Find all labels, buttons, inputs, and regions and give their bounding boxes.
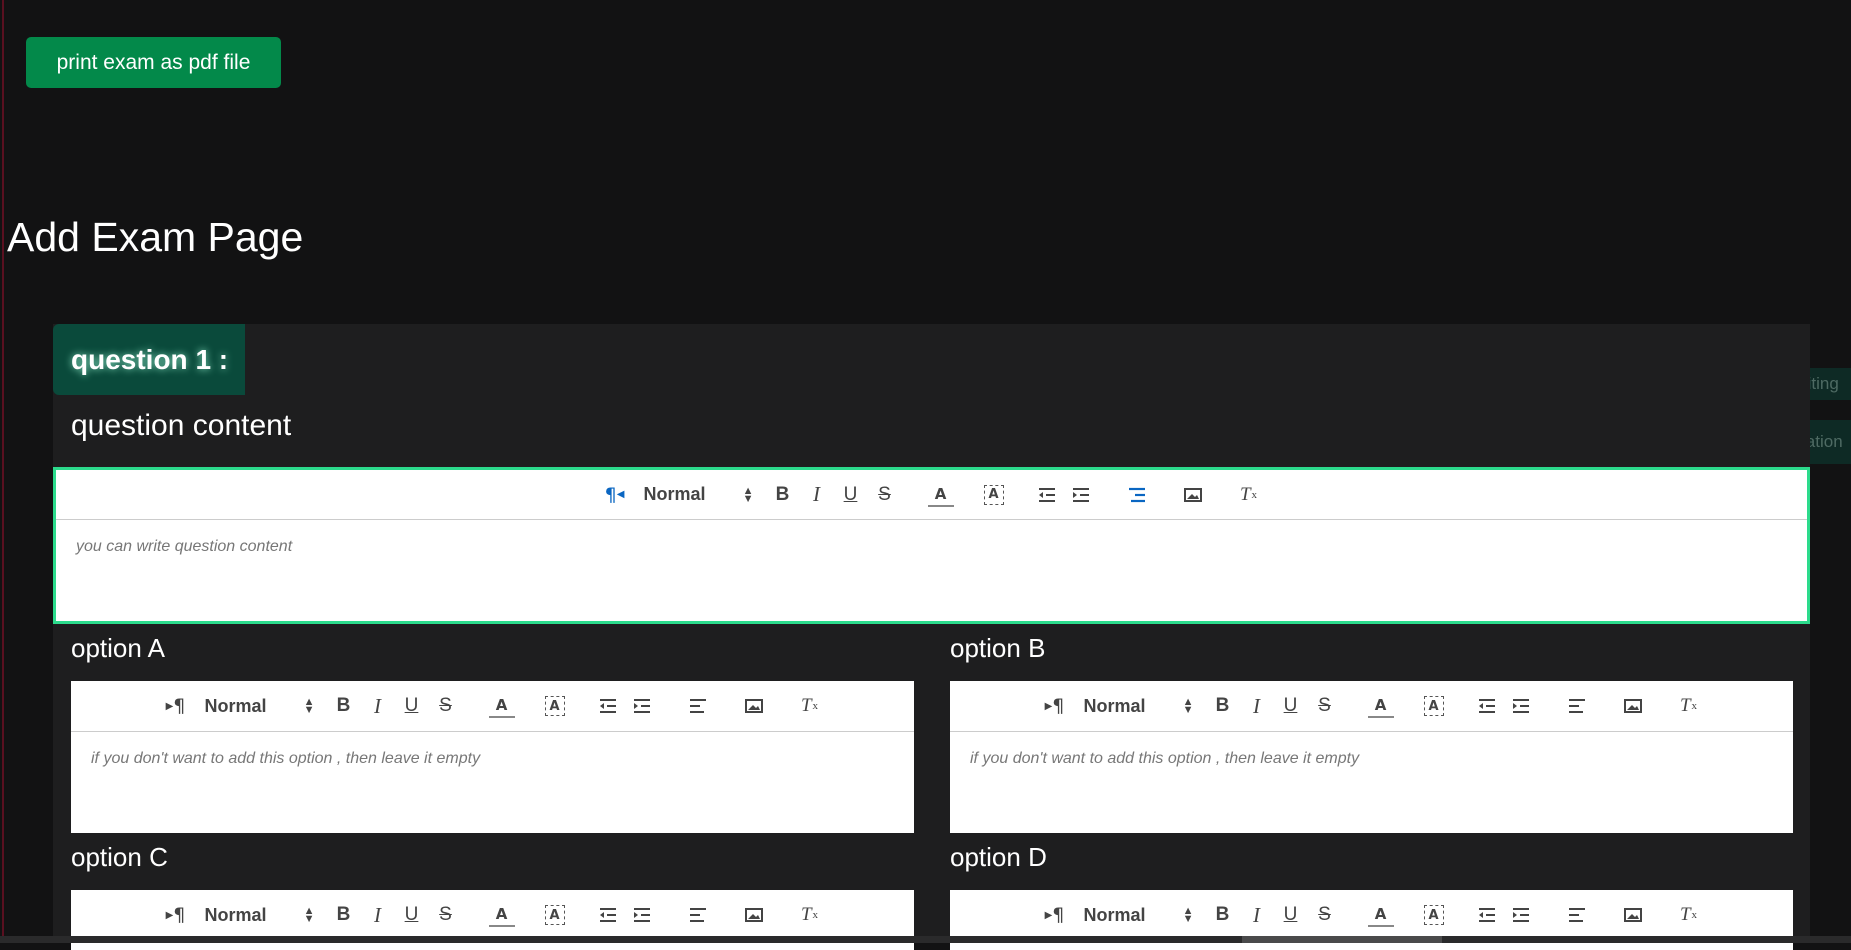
clear-format-icon[interactable]: Tx — [1676, 900, 1702, 930]
text-color-icon[interactable]: A — [488, 903, 515, 927]
outdent-icon[interactable] — [1474, 900, 1500, 930]
bold-icon[interactable]: B — [331, 900, 357, 930]
underline-icon[interactable]: U — [399, 900, 425, 930]
scrollbar-thumb[interactable] — [1242, 936, 1442, 943]
option-b-placeholder: if you don't want to add this option , t… — [970, 750, 1360, 767]
clear-format-icon[interactable]: Tx — [1676, 691, 1702, 721]
align-left-icon[interactable] — [1564, 900, 1590, 930]
image-icon[interactable] — [1620, 900, 1646, 930]
option-a-editor[interactable]: ▶ ¶ Normal ▲ ▼ B I U S A A Tx if you don't … — [71, 681, 914, 833]
direction-icon[interactable]: ▶ ¶ — [1042, 691, 1068, 721]
bold-icon[interactable]: B — [331, 691, 357, 721]
strike-icon[interactable]: S — [433, 691, 459, 721]
editor-toolbar: ▶ ¶ Normal ▲ ▼ B I U S A A Tx — [71, 890, 914, 941]
option-a-label: option A — [71, 633, 165, 663]
image-icon[interactable] — [741, 900, 767, 930]
underline-icon[interactable]: U — [399, 691, 425, 721]
option-c-label: option C — [71, 842, 168, 872]
bold-icon[interactable]: B — [770, 480, 796, 510]
header-select[interactable]: Normal ▲ ▼ — [205, 905, 315, 926]
direction-rtl-icon[interactable]: ¶ ◀ — [602, 480, 628, 510]
left-edge-accent — [2, 0, 4, 943]
strike-icon[interactable]: S — [872, 480, 898, 510]
text-color-icon[interactable]: A — [927, 483, 954, 507]
question-number-badge: question 1 : — [53, 324, 245, 395]
text-color-icon[interactable]: A — [1367, 694, 1394, 718]
background-color-icon[interactable]: A — [1423, 696, 1444, 716]
text-color-icon[interactable]: A — [488, 694, 515, 718]
question-content-editor[interactable]: ¶ ◀ Normal ▲ ▼ B I U S A A Tx you can write… — [53, 467, 1810, 624]
underline-icon[interactable]: U — [1278, 691, 1304, 721]
outdent-icon[interactable] — [1034, 480, 1060, 510]
question-content-label: question content — [71, 409, 292, 442]
outdent-icon[interactable] — [1474, 691, 1500, 721]
editor-toolbar: ¶ ◀ Normal ▲ ▼ B I U S A A Tx — [56, 470, 1807, 520]
align-left-icon[interactable] — [685, 691, 711, 721]
align-right-icon[interactable] — [1124, 480, 1150, 510]
image-icon[interactable] — [1180, 480, 1206, 510]
indent-icon[interactable] — [1508, 691, 1534, 721]
background-color-icon[interactable]: A — [983, 484, 1004, 505]
align-left-icon[interactable] — [685, 900, 711, 930]
align-left-icon[interactable] — [1564, 691, 1590, 721]
editor-toolbar: ▶ ¶ Normal ▲ ▼ B I U S A A Tx — [950, 890, 1793, 941]
option-a-placeholder: if you don't want to add this option , t… — [91, 750, 481, 767]
italic-icon[interactable]: I — [1244, 691, 1270, 721]
indent-icon[interactable] — [1508, 900, 1534, 930]
indent-icon[interactable] — [629, 691, 655, 721]
header-select[interactable]: Normal ▲ ▼ — [1084, 905, 1194, 926]
clear-format-icon[interactable]: Tx — [797, 691, 823, 721]
bold-icon[interactable]: B — [1210, 900, 1236, 930]
editor-toolbar: ▶ ¶ Normal ▲ ▼ B I U S A A Tx — [950, 681, 1793, 732]
strike-icon[interactable]: S — [1312, 691, 1338, 721]
page-title: Add Exam Page — [7, 214, 304, 260]
clear-format-icon[interactable]: Tx — [1236, 480, 1262, 510]
question-card: question 1 : question content ¶ ◀ Normal ▲… — [53, 324, 1810, 950]
strike-icon[interactable]: S — [433, 900, 459, 930]
underline-icon[interactable]: U — [1278, 900, 1304, 930]
background-color-icon[interactable]: A — [544, 905, 565, 925]
header-select[interactable]: Normal ▲ ▼ — [1084, 696, 1194, 717]
editor-toolbar: ▶ ¶ Normal ▲ ▼ B I U S A A Tx — [71, 681, 914, 732]
outdent-icon[interactable] — [595, 900, 621, 930]
outdent-icon[interactable] — [595, 691, 621, 721]
clear-format-icon[interactable]: Tx — [797, 900, 823, 930]
indent-icon[interactable] — [1068, 480, 1094, 510]
image-icon[interactable] — [741, 691, 767, 721]
option-b-label: option B — [950, 633, 1046, 663]
background-color-icon[interactable]: A — [544, 696, 565, 716]
print-pdf-button[interactable]: print exam as pdf file — [26, 37, 281, 88]
italic-icon[interactable]: I — [365, 691, 391, 721]
option-b-editor[interactable]: ▶ ¶ Normal ▲ ▼ B I U S A A Tx if you don't … — [950, 681, 1793, 833]
italic-icon[interactable]: I — [804, 480, 830, 510]
background-color-icon[interactable]: A — [1423, 905, 1444, 925]
header-select[interactable]: Normal ▲ ▼ — [205, 696, 315, 717]
italic-icon[interactable]: I — [365, 900, 391, 930]
italic-icon[interactable]: I — [1244, 900, 1270, 930]
direction-icon[interactable]: ▶ ¶ — [163, 691, 189, 721]
horizontal-scrollbar[interactable] — [0, 936, 1851, 943]
underline-icon[interactable]: U — [838, 480, 864, 510]
question-content-placeholder: you can write question content — [76, 538, 293, 555]
direction-icon[interactable]: ▶ ¶ — [1042, 900, 1068, 930]
strike-icon[interactable]: S — [1312, 900, 1338, 930]
image-icon[interactable] — [1620, 691, 1646, 721]
direction-icon[interactable]: ▶ ¶ — [163, 900, 189, 930]
option-d-label: option D — [950, 842, 1047, 872]
header-select[interactable]: Normal ▲ ▼ — [644, 484, 754, 505]
bold-icon[interactable]: B — [1210, 691, 1236, 721]
text-color-icon[interactable]: A — [1367, 903, 1394, 927]
indent-icon[interactable] — [629, 900, 655, 930]
